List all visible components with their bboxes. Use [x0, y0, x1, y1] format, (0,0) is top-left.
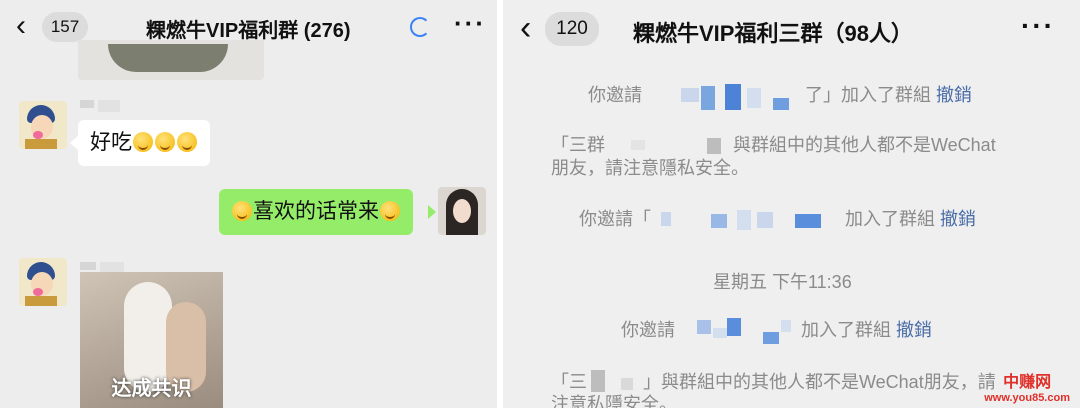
unread-count-badge[interactable]: 120 — [545, 12, 599, 46]
chat-title: 粿燃牛VIP福利群 (276) — [146, 20, 351, 42]
revoke-link[interactable]: 撤銷 — [936, 85, 972, 105]
emoji-icon — [380, 201, 400, 221]
notice-text: 了」加入了群組 — [805, 85, 931, 105]
system-notice: 」與群組中的其他人都不是WeChat朋友，請 — [643, 368, 996, 394]
avatar[interactable] — [19, 101, 67, 149]
system-notice: 朋友，請注意隱私安全。 — [551, 154, 749, 180]
chat-title: 粿燃牛VIP福利三群（98人） — [633, 21, 913, 46]
notice-text: 你邀請 — [588, 85, 642, 105]
notice-text: 」與群組中的其他人都不是WeChat朋友，請 — [643, 372, 996, 392]
avatar[interactable] — [19, 258, 67, 306]
shared-photo[interactable]: 达成共识 — [80, 272, 223, 408]
message-bubble-incoming[interactable]: 好吃 — [78, 120, 210, 166]
system-notice: 注意私隱安全。 — [551, 390, 677, 408]
notice-text: 你邀請「 — [579, 209, 651, 229]
system-notice: 與群組中的其他人都不是WeChat — [733, 131, 996, 157]
bubble-tail — [70, 136, 78, 150]
system-notice: 了」加入了群組 撤銷 — [805, 81, 972, 107]
notice-text: 朋友，請注意隱私安全。 — [551, 158, 749, 178]
notice-text: 注意私隱安全。 — [551, 394, 677, 408]
notice-text: 「三 — [551, 372, 587, 392]
left-chat-screen: ‹ 157 粿燃牛VIP福利群 (276) ··· 好吃 喜欢的话常来 达成共识 — [0, 0, 497, 408]
message-text: 喜欢的话常来 — [253, 200, 379, 223]
message-bubble-outgoing[interactable]: 喜欢的话常来 — [219, 189, 413, 235]
emoji-icon — [155, 132, 175, 152]
site-watermark: 中赚网 www.you85.com — [984, 368, 1070, 404]
notice-text: 「三群 — [551, 135, 605, 155]
right-chat-screen: ‹ 120 粿燃牛VIP福利三群（98人） ··· 你邀請 了」加入了群組 撤銷… — [503, 0, 1080, 408]
watermark-line: www.you85.com — [984, 392, 1070, 404]
notice-text: 與群組中的其他人都不是WeChat — [733, 135, 996, 155]
system-notice: 你邀請「 — [579, 205, 651, 231]
watermark-line: 中赚网 — [1003, 374, 1052, 391]
emoji-icon — [177, 132, 197, 152]
system-notice: 加入了群組 撤銷 — [845, 205, 976, 231]
right-top-bar: ‹ 120 粿燃牛VIP福利三群（98人） ··· — [503, 0, 1080, 58]
bubble-tail — [428, 205, 436, 219]
shared-photo-top[interactable] — [78, 40, 264, 80]
revoke-link[interactable]: 撤銷 — [896, 320, 932, 340]
emoji-icon — [232, 201, 252, 221]
redacted-name — [98, 100, 120, 112]
more-dots-icon[interactable]: ··· — [454, 10, 486, 36]
message-text: 好吃 — [90, 131, 132, 154]
system-notice: 加入了群組 撤銷 — [801, 316, 932, 342]
notice-text: 加入了群組 — [845, 209, 935, 229]
loading-ring-icon — [410, 17, 430, 37]
avatar[interactable] — [438, 187, 486, 235]
notice-text: 你邀請 — [621, 320, 675, 340]
redacted-name — [100, 262, 124, 272]
system-notice: 你邀請 — [588, 81, 642, 107]
redacted-name — [80, 100, 94, 108]
timestamp: 星期五 下午11:36 — [713, 272, 852, 292]
emoji-icon — [133, 132, 153, 152]
back-chevron-icon[interactable]: ‹ — [16, 11, 26, 41]
system-notice: 你邀請 — [621, 316, 675, 342]
redacted-name — [80, 262, 96, 270]
back-chevron-icon[interactable]: ‹ — [520, 11, 531, 45]
unread-count-badge[interactable]: 157 — [42, 12, 88, 42]
revoke-link[interactable]: 撤銷 — [940, 209, 976, 229]
notice-text: 加入了群組 — [801, 320, 891, 340]
more-dots-icon[interactable]: ··· — [1021, 12, 1055, 40]
image-caption: 达成共识 — [111, 378, 192, 400]
